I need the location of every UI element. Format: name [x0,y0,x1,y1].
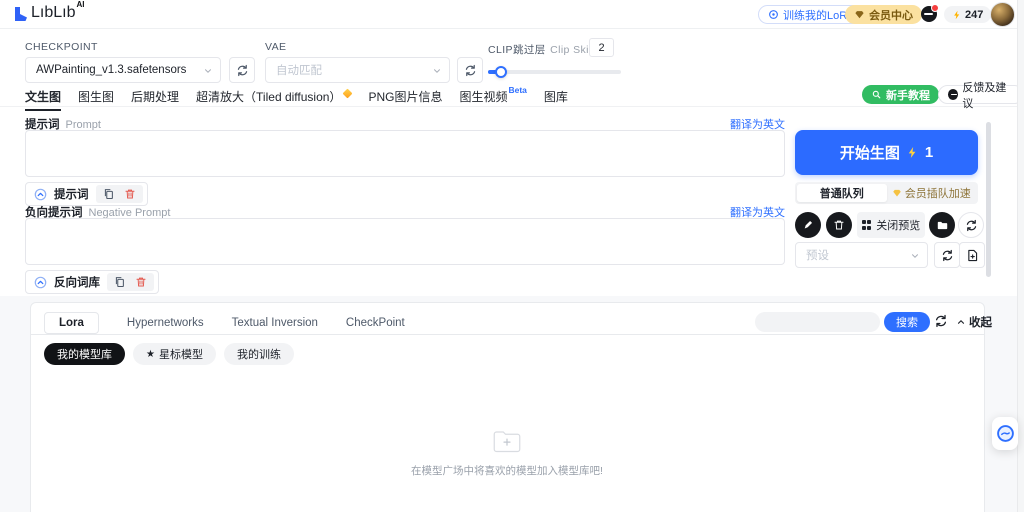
grid-icon [862,220,872,230]
tab-png-info[interactable]: PNG图片信息 [368,88,442,111]
member-center-button[interactable]: 会员中心 [845,5,922,24]
chevron-up-icon [956,317,966,327]
clip-skip-slider[interactable] [488,70,621,74]
support-widget-icon [996,424,1015,443]
chevron-down-icon [910,251,920,261]
tab-img2img[interactable]: 图生图 [78,88,114,111]
model-search-input[interactable] [755,312,880,332]
save-preset-button[interactable] [959,242,985,268]
prompt-actions [96,185,143,203]
preset-refresh-button[interactable] [934,242,960,268]
beta-badge: Beta [508,85,526,95]
trash-icon[interactable] [135,276,147,288]
star-icon: ★ [146,349,155,360]
notification-dot [931,4,939,12]
avatar[interactable] [990,2,1015,27]
tab-text2img[interactable]: 文生图 [25,88,61,111]
refresh-icon [941,249,954,262]
collapse-circle-icon [34,188,47,201]
magnifier-icon [871,89,882,100]
notification-icon[interactable] [921,6,937,22]
target-icon [768,9,779,20]
tab-postprocess[interactable]: 后期处理 [131,88,179,111]
tab-gallery[interactable]: 图库 [544,88,568,111]
negative-library-label: 反向词库 [54,274,100,290]
clear-button[interactable] [826,212,852,238]
clip-skip-label: CLIP跳过层 Clip Skip [488,40,595,58]
tab-img2video[interactable]: 图生视频Beta [459,88,526,111]
tab-checkpoint[interactable]: CheckPoint [346,317,405,329]
refresh-icon [464,64,477,77]
queue-vip-option[interactable]: 会员插队加速 [887,184,977,202]
reset-button[interactable] [958,212,984,238]
negative-actions [107,273,154,291]
inpaint-brush-button[interactable] [795,212,821,238]
trash-icon [833,219,845,231]
trash-icon[interactable] [124,188,136,200]
folder-icon [936,219,949,232]
refresh-icon [934,314,948,328]
logo-sup: AI [76,0,84,9]
tab-upscale[interactable]: 超清放大（Tiled diffusion） [196,88,351,111]
queue-normal-option[interactable]: 普通队列 [797,184,887,202]
lightning-icon [906,145,919,160]
logo[interactable]: LıbLıbAI [12,4,84,22]
clip-skip-value[interactable]: 2 [589,38,614,57]
feedback-icon [948,89,958,100]
feedback-button[interactable]: 反馈及建议 [938,85,1024,104]
queue-switch: 普通队列 会员插队加速 [795,182,978,204]
member-diamond-icon [343,89,353,99]
refresh-icon [965,219,978,232]
model-tabs: Lora Hypernetworks Textual Inversion Che… [44,311,405,335]
collapse-circle-icon [34,276,47,289]
chip-starred-models[interactable]: ★ 星标模型 [133,343,216,365]
refresh-icon [236,64,249,77]
tab-textual-inversion[interactable]: Textual Inversion [232,317,318,329]
empty-state-text: 在模型广场中将喜欢的模型加入模型库吧! [307,463,707,478]
collapse-button[interactable]: 收起 [956,314,992,330]
logo-mark-icon [12,5,29,22]
clip-skip-slider-handle[interactable] [495,66,507,78]
panel-scrollbar[interactable] [986,122,991,277]
prompt-input[interactable] [25,130,785,177]
brush-icon [802,219,814,231]
empty-folder-icon [492,428,522,454]
checkpoint-select[interactable]: AWPainting_v1.3.safetensors [25,57,221,83]
close-preview-button[interactable]: 关闭预览 [857,212,925,238]
chevron-down-icon [203,66,213,76]
negative-prompt-input[interactable] [25,218,785,265]
page-scrollbar[interactable] [1017,0,1024,512]
checkpoint-refresh-button[interactable] [229,57,255,83]
chevron-down-icon [432,66,442,76]
gallery-folder-button[interactable] [929,212,955,238]
vae-select[interactable]: 自动匹配 [265,57,450,83]
document-add-icon [966,249,979,262]
copy-icon[interactable] [103,188,115,200]
gem-icon [854,9,865,20]
chip-my-models[interactable]: 我的模型库 [44,343,125,365]
vae-refresh-button[interactable] [457,57,483,83]
model-search-button[interactable]: 搜索 [884,312,930,332]
support-widget-button[interactable] [992,417,1018,450]
prompt-library-label: 提示词 [54,186,89,202]
vae-label: VAE [265,41,286,53]
logo-text: LıbLıb [31,4,75,21]
tutorial-button[interactable]: 新手教程 [862,85,939,104]
negative-library-bar[interactable]: 反向词库 [25,270,159,294]
model-tabs-divider [31,334,984,335]
gem-icon [892,188,902,198]
tab-lora[interactable]: Lora [44,312,99,334]
preset-select[interactable]: 预设 [795,242,928,268]
model-filter-chips: 我的模型库 ★ 星标模型 我的训练 [44,343,294,365]
generate-button[interactable]: 开始生图 1 [795,130,978,175]
lightning-icon [952,9,962,21]
copy-icon[interactable] [114,276,126,288]
chip-my-training[interactable]: 我的训练 [224,343,294,365]
credits-badge[interactable]: 247 [944,6,991,23]
tab-hypernetworks[interactable]: Hypernetworks [127,317,204,329]
model-refresh-button[interactable] [934,314,948,328]
liblib-app: LıbLıbAI 训练我的LoRA 会员中心 247 CHECKPOINT AW… [0,0,1024,512]
checkpoint-label: CHECKPOINT [25,41,98,53]
prompt-library-bar[interactable]: 提示词 [25,182,148,206]
